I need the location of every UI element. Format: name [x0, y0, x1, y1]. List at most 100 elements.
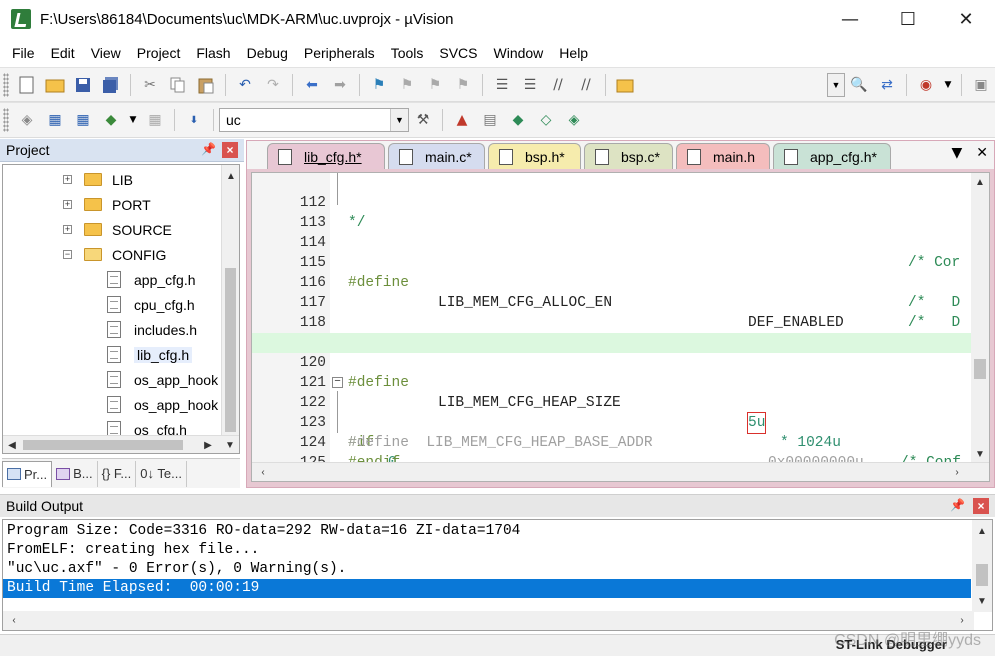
manage-run-time-env-icon[interactable]: ◆ — [507, 109, 529, 131]
indent-icon[interactable]: ☰ — [491, 74, 513, 96]
tree-file-os-app-hooks-c[interactable]: os_app_hook — [107, 367, 218, 392]
scroll-down-icon[interactable]: ▼ — [973, 592, 991, 610]
next-bookmark-icon[interactable]: ⚑ — [424, 74, 446, 96]
tree-horizontal-scrollbar[interactable]: ◀ ▶ ▼ — [3, 435, 239, 453]
fold-collapse-icon[interactable]: − — [332, 377, 343, 388]
scroll-up-icon[interactable]: ▲ — [222, 167, 239, 185]
tree-file-cpu-cfg[interactable]: cpu_cfg.h — [107, 292, 195, 317]
tree-folder-lib[interactable]: + LIB — [63, 167, 133, 192]
rebuild-icon[interactable]: ▦ — [72, 109, 94, 131]
build-horizontal-scrollbar[interactable]: ‹ › — [3, 611, 974, 630]
pin-icon[interactable]: 📌 — [950, 498, 965, 512]
pack-installer-icon[interactable]: ◈ — [563, 109, 585, 131]
scroll-thumb[interactable] — [225, 268, 236, 432]
copy-icon[interactable] — [167, 74, 189, 96]
toolbar-grip[interactable] — [3, 72, 9, 97]
new-file-icon[interactable] — [16, 74, 38, 96]
navigate-back-icon[interactable]: ⬅ — [301, 74, 323, 96]
debug-session-icon[interactable]: ◉ — [915, 74, 937, 96]
save-all-icon[interactable] — [100, 74, 122, 96]
scroll-left-icon[interactable]: ‹ — [254, 463, 272, 481]
scroll-thumb[interactable] — [974, 359, 986, 379]
pin-icon[interactable]: 📌 — [201, 142, 216, 156]
tab-main-c[interactable]: main.c* — [388, 143, 485, 169]
expand-icon[interactable]: + — [63, 175, 72, 184]
menu-edit[interactable]: Edit — [43, 40, 83, 66]
scroll-left-icon[interactable]: ‹ — [5, 611, 23, 629]
options-for-target-icon[interactable]: ⚒ — [412, 109, 434, 131]
download-load-icon[interactable]: ⬇ — [183, 109, 205, 131]
scroll-down-icon[interactable]: ▼ — [971, 445, 989, 463]
select-packs-icon[interactable]: ◇ — [535, 109, 557, 131]
tab-templates[interactable]: 0↓ Te... — [136, 460, 187, 487]
comment-icon[interactable]: // — [547, 74, 569, 96]
scroll-up-icon[interactable]: ▲ — [971, 173, 989, 191]
menu-flash[interactable]: Flash — [188, 40, 238, 66]
tab-list-dropdown-icon[interactable]: ▼ — [951, 145, 962, 161]
uncomment-icon[interactable]: // — [575, 74, 597, 96]
build-output-area[interactable]: Program Size: Code=3316 RO-data=292 RW-d… — [2, 519, 993, 631]
tool-options-icon[interactable]: ▣ — [970, 74, 992, 96]
close-button[interactable]: ✕ — [937, 0, 995, 38]
close-panel-button[interactable]: × — [973, 498, 989, 514]
close-panel-button[interactable]: × — [222, 142, 238, 158]
save-icon[interactable] — [72, 74, 94, 96]
menu-peripherals[interactable]: Peripherals — [296, 40, 383, 66]
menu-window[interactable]: Window — [486, 40, 552, 66]
incremental-find-icon[interactable]: 🔍 — [848, 74, 870, 96]
redo-icon[interactable]: ↷ — [262, 74, 284, 96]
scroll-up-icon[interactable]: ▲ — [973, 522, 991, 540]
tree-folder-config[interactable]: − CONFIG — [63, 242, 166, 267]
scroll-right-icon[interactable]: ▶ — [199, 436, 217, 453]
manage-project-items-icon[interactable]: ▲ — [451, 109, 473, 131]
chevron-down-icon[interactable]: ▼ — [390, 109, 408, 131]
find-icon[interactable]: ⇄ — [876, 74, 898, 96]
menu-help[interactable]: Help — [551, 40, 596, 66]
tree-file-app-cfg[interactable]: app_cfg.h — [107, 267, 196, 292]
menu-project[interactable]: Project — [129, 40, 189, 66]
unindent-icon[interactable]: ☰ — [519, 74, 541, 96]
code-editor[interactable]: 112 */ 113 114 /* Cor 115 #define LIB_ME… — [251, 172, 990, 482]
prev-bookmark-icon[interactable]: ⚑ — [396, 74, 418, 96]
target-select[interactable]: uc ▼ — [219, 108, 409, 132]
tree-file-lib-cfg[interactable]: lib_cfg.h — [107, 342, 193, 367]
menu-svcs[interactable]: SVCS — [431, 40, 485, 66]
cut-icon[interactable]: ✂ — [139, 74, 161, 96]
navigate-forward-icon[interactable]: ➡ — [329, 74, 351, 96]
tab-lib-cfg-h[interactable]: lib_cfg.h* — [267, 143, 385, 169]
menu-debug[interactable]: Debug — [239, 40, 296, 66]
scroll-left-icon[interactable]: ◀ — [3, 436, 21, 453]
tree-file-includes[interactable]: includes.h — [107, 317, 197, 342]
menu-tools[interactable]: Tools — [383, 40, 432, 66]
expand-icon[interactable]: + — [63, 225, 72, 234]
batch-build-icon[interactable]: ◆ — [100, 109, 122, 131]
minimize-button[interactable]: — — [821, 0, 879, 38]
scroll-thumb[interactable] — [23, 440, 183, 450]
menu-file[interactable]: File — [4, 40, 43, 66]
find-in-files-icon[interactable] — [614, 74, 636, 96]
tab-main-h[interactable]: main.h — [676, 143, 770, 169]
tree-vertical-scrollbar[interactable]: ▲ — [221, 165, 239, 435]
paste-icon[interactable] — [195, 74, 217, 96]
tree-folder-source[interactable]: + SOURCE — [63, 217, 172, 242]
build-icon[interactable]: ▦ — [44, 109, 66, 131]
debug-dropdown-icon[interactable]: ▼ — [943, 74, 953, 96]
tab-bsp-h[interactable]: bsp.h* — [488, 143, 581, 169]
clear-bookmarks-icon[interactable]: ⚑ — [452, 74, 474, 96]
expand-icon[interactable]: + — [63, 200, 72, 209]
tab-app-cfg-h[interactable]: app_cfg.h* — [773, 143, 891, 169]
tree-file-os-app-hooks-h[interactable]: os_app_hook — [107, 392, 218, 417]
manage-multi-project-icon[interactable]: ▤ — [479, 109, 501, 131]
scroll-thumb[interactable] — [976, 564, 988, 586]
menu-view[interactable]: View — [83, 40, 129, 66]
tab-functions[interactable]: {} F... — [98, 460, 137, 487]
tab-bsp-c[interactable]: bsp.c* — [584, 143, 673, 169]
close-tab-icon[interactable]: ✕ — [976, 145, 988, 161]
open-folder-icon[interactable] — [44, 74, 66, 96]
find-combo-dropdown[interactable]: ▼ — [827, 72, 845, 97]
editor-vertical-scrollbar[interactable]: ▲ ▼ — [971, 173, 989, 463]
translate-icon[interactable]: ◈ — [16, 109, 38, 131]
insert-bookmark-icon[interactable]: ⚑ — [368, 74, 390, 96]
scroll-right-icon[interactable]: › — [948, 463, 966, 481]
editor-horizontal-scrollbar[interactable]: ‹ › — [252, 462, 989, 481]
